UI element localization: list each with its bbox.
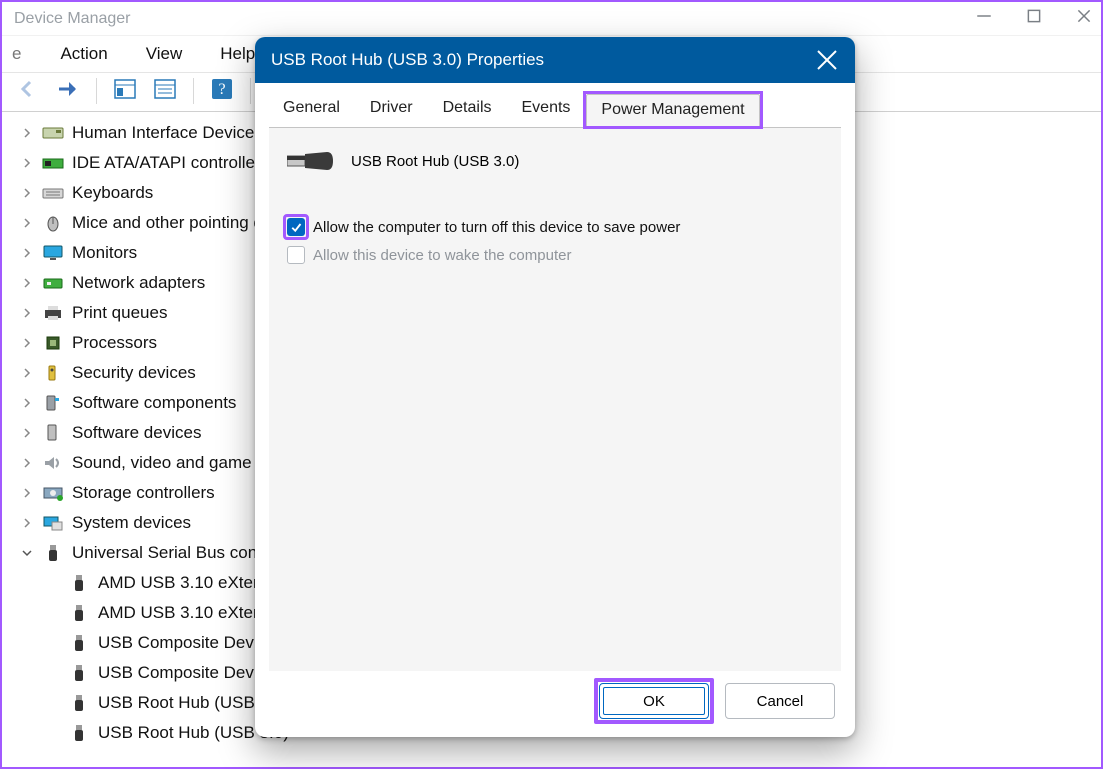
- tree-node-label: System devices: [72, 508, 191, 538]
- minimize-icon[interactable]: [975, 7, 993, 30]
- tree-node-label: Print queues: [72, 298, 167, 328]
- chevron-right-icon[interactable]: [20, 126, 34, 140]
- maximize-icon[interactable]: [1025, 7, 1043, 30]
- ok-button[interactable]: OK: [599, 683, 709, 719]
- menu-action[interactable]: Action: [54, 42, 113, 66]
- usb-icon: [68, 694, 90, 712]
- dialog-device-name: USB Root Hub (USB 3.0): [351, 153, 519, 170]
- tree-node-label: Keyboards: [72, 178, 153, 208]
- dialog-close-icon[interactable]: [815, 48, 839, 72]
- sound-icon: [42, 454, 64, 472]
- tab-general[interactable]: General: [269, 93, 354, 127]
- chevron-right-icon[interactable]: [20, 516, 34, 530]
- window-title: Device Manager: [14, 10, 975, 28]
- chevron-right-icon[interactable]: [20, 366, 34, 380]
- menu-file-fragment[interactable]: e: [6, 42, 28, 66]
- chevron-right-icon[interactable]: [20, 336, 34, 350]
- tree-child-label: USB Composite Device: [98, 628, 276, 658]
- chevron-right-icon[interactable]: [20, 186, 34, 200]
- close-icon[interactable]: [1075, 7, 1093, 30]
- usb-icon: [68, 574, 90, 592]
- chevron-right-icon[interactable]: [20, 246, 34, 260]
- usb-icon: [68, 634, 90, 652]
- monitor-icon: [42, 244, 64, 262]
- back-arrow-icon[interactable]: [16, 77, 40, 105]
- ide-icon: [42, 154, 64, 172]
- tree-node-label: Processors: [72, 328, 157, 358]
- printer-icon: [42, 304, 64, 322]
- details-pane-icon[interactable]: [153, 77, 177, 105]
- cancel-button[interactable]: Cancel: [725, 683, 835, 719]
- network-icon: [42, 274, 64, 292]
- chevron-right-icon[interactable]: [20, 276, 34, 290]
- system-icon: [42, 514, 64, 532]
- allow-turnoff-label: Allow the computer to turn off this devi…: [313, 219, 680, 236]
- properties-pane-icon[interactable]: [113, 77, 137, 105]
- toolbar-separator: [250, 78, 251, 104]
- tab-driver[interactable]: Driver: [356, 93, 427, 127]
- dialog-titlebar[interactable]: USB Root Hub (USB 3.0) Properties: [255, 37, 855, 83]
- dialog-body: USB Root Hub (USB 3.0) Allow the compute…: [269, 127, 841, 671]
- usb-icon: [68, 664, 90, 682]
- chevron-right-icon[interactable]: [20, 486, 34, 500]
- tree-node-label: Software components: [72, 388, 236, 418]
- security-icon: [42, 364, 64, 382]
- mouse-icon: [42, 214, 64, 232]
- usb-connector-icon: [287, 146, 333, 176]
- chevron-right-icon[interactable]: [20, 306, 34, 320]
- help-icon[interactable]: ?: [210, 77, 234, 105]
- tab-details[interactable]: Details: [429, 93, 506, 127]
- allow-wake-checkbox: [287, 246, 305, 264]
- chevron-right-icon[interactable]: [20, 396, 34, 410]
- chevron-right-icon[interactable]: [20, 156, 34, 170]
- tree-node-label: Storage controllers: [72, 478, 215, 508]
- keyboard-icon: [42, 184, 64, 202]
- usb-icon: [68, 724, 90, 742]
- swcomp-icon: [42, 394, 64, 412]
- swdev-icon: [42, 424, 64, 442]
- svg-text:?: ?: [218, 81, 225, 98]
- chevron-right-icon[interactable]: [20, 426, 34, 440]
- chevron-down-icon[interactable]: [20, 546, 34, 560]
- main-titlebar: Device Manager: [2, 2, 1101, 36]
- allow-turnoff-row[interactable]: Allow the computer to turn off this devi…: [287, 218, 823, 236]
- hid-icon: [42, 124, 64, 142]
- tree-node-label: Network adapters: [72, 268, 205, 298]
- forward-arrow-icon[interactable]: [56, 77, 80, 105]
- usb-icon: [42, 544, 64, 562]
- tab-events[interactable]: Events: [508, 93, 585, 127]
- allow-wake-label: Allow this device to wake the computer: [313, 247, 571, 264]
- toolbar-separator: [193, 78, 194, 104]
- allow-wake-row: Allow this device to wake the computer: [287, 246, 823, 264]
- cpu-icon: [42, 334, 64, 352]
- chevron-right-icon[interactable]: [20, 456, 34, 470]
- tree-node-label: IDE ATA/ATAPI controllers: [72, 148, 269, 178]
- dialog-footer: OK Cancel: [255, 671, 855, 737]
- tree-node-label: Monitors: [72, 238, 137, 268]
- chevron-right-icon[interactable]: [20, 216, 34, 230]
- tree-child-label: USB Composite Device: [98, 658, 276, 688]
- usb-icon: [68, 604, 90, 622]
- dialog-tabs: General Driver Details Events Power Mana…: [255, 83, 855, 127]
- toolbar-separator: [96, 78, 97, 104]
- properties-dialog: USB Root Hub (USB 3.0) Properties Genera…: [255, 37, 855, 737]
- storage-icon: [42, 484, 64, 502]
- tree-node-label: Security devices: [72, 358, 196, 388]
- tree-node-label: Human Interface Devices: [72, 118, 263, 148]
- dialog-title: USB Root Hub (USB 3.0) Properties: [271, 50, 815, 70]
- tab-power-management[interactable]: Power Management: [586, 94, 759, 128]
- menu-view[interactable]: View: [140, 42, 189, 66]
- tree-node-label: Software devices: [72, 418, 201, 448]
- allow-turnoff-checkbox[interactable]: [287, 218, 305, 236]
